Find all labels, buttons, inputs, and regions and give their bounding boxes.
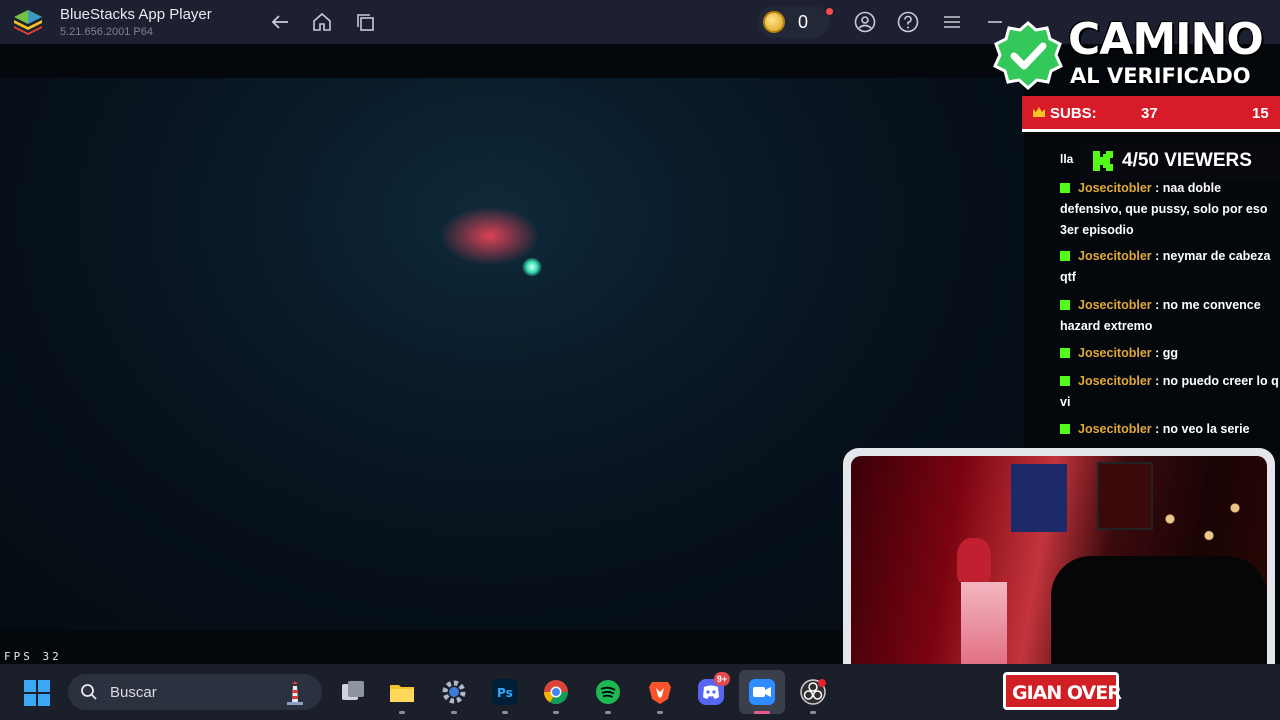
- app-title: BlueStacks App Player: [60, 6, 212, 23]
- search-icon: [81, 684, 97, 700]
- chat-username: Josecitobler: [1078, 346, 1152, 360]
- chat-username: Josecitobler: [1078, 181, 1152, 195]
- chat-message: Josecitobler : no veo la serie: [1060, 419, 1280, 440]
- file-explorer-icon[interactable]: [388, 678, 416, 706]
- viewers-text: 4/50 VIEWERS: [1122, 150, 1252, 171]
- chat-text: gg: [1162, 346, 1179, 360]
- running-indicator: [399, 711, 405, 714]
- fps-label: FPS: [4, 650, 33, 663]
- kick-badge-icon: [1060, 348, 1070, 358]
- streamer-nameplate: GIAN OVER: [1003, 672, 1122, 710]
- brave-icon[interactable]: [646, 678, 674, 706]
- settings-gear-icon[interactable]: [440, 678, 468, 706]
- bluestacks-logo-icon: [14, 10, 42, 35]
- coins-pill[interactable]: 0: [758, 6, 833, 38]
- red-light-glow: [440, 206, 540, 266]
- running-indicator: [502, 711, 508, 714]
- zoom-video-icon[interactable]: [748, 678, 776, 706]
- running-indicator: [451, 711, 457, 714]
- goal-title-line2: AL VERIFICADO: [1070, 64, 1251, 88]
- lighthouse-icon: [287, 681, 303, 705]
- kick-badge-icon: [1060, 183, 1070, 193]
- coin-icon: [763, 11, 785, 33]
- coin-count: 0: [798, 12, 809, 32]
- fps-counter: FPS 32: [4, 650, 62, 663]
- webcam-frame: [843, 448, 1275, 700]
- active-running-indicator: [754, 711, 770, 714]
- chat-cut-message: lla: [1060, 152, 1074, 166]
- obs-icon[interactable]: [799, 678, 827, 706]
- back-arrow-icon[interactable]: [269, 11, 291, 33]
- kick-badge-icon: [1060, 376, 1070, 386]
- search-placeholder: Buscar: [110, 684, 157, 701]
- chat-username: Josecitobler: [1078, 298, 1152, 312]
- chat-username: Josecitobler: [1078, 374, 1152, 388]
- notification-dot: [826, 8, 833, 15]
- webcam-object: [961, 582, 1007, 672]
- chat-username: Josecitobler: [1078, 422, 1152, 436]
- running-indicator: [810, 711, 816, 714]
- help-icon[interactable]: [897, 11, 919, 33]
- subs-goal: 15: [1252, 105, 1269, 122]
- taskbar-search[interactable]: Buscar: [68, 674, 322, 710]
- svg-text:Ps: Ps: [497, 686, 513, 700]
- chat-message: Josecitobler : neymar de cabeza qtf: [1060, 249, 1271, 284]
- chat-message: Josecitobler : naa doble defensivo, que …: [1060, 181, 1268, 237]
- running-indicator: [605, 711, 611, 714]
- subs-label: SUBS:: [1050, 105, 1097, 122]
- verified-badge-icon: [993, 21, 1063, 91]
- account-icon[interactable]: [854, 11, 876, 33]
- chrome-icon[interactable]: [542, 678, 570, 706]
- subs-current: 37: [1141, 105, 1158, 122]
- task-view-icon[interactable]: [339, 678, 367, 706]
- running-indicator: [553, 711, 559, 714]
- running-indicator: [657, 711, 663, 714]
- chat-username: Josecitobler: [1078, 249, 1152, 263]
- chat-text: no veo la serie: [1162, 422, 1250, 436]
- discord-notification-badge: 9+: [714, 672, 730, 686]
- recent-apps-icon[interactable]: [355, 11, 377, 33]
- windows-start-icon[interactable]: [24, 680, 50, 706]
- kick-badge-icon: [1060, 424, 1070, 434]
- cyan-light-glow: [522, 258, 542, 276]
- webcam-feed: [851, 456, 1267, 692]
- kick-badge-icon: [1060, 251, 1070, 261]
- home-icon[interactable]: [311, 11, 333, 33]
- crown-icon: [1033, 107, 1045, 117]
- screen: { "titlebar": { "app_name": "BlueStacks …: [0, 0, 1280, 720]
- chat-message: Josecitobler : gg: [1060, 343, 1280, 364]
- webcam-poster: [1011, 464, 1067, 532]
- kick-badge-icon: [1060, 300, 1070, 310]
- photoshop-icon[interactable]: Ps: [491, 678, 519, 706]
- fps-value: 32: [42, 650, 62, 663]
- app-version: 5.21.656.2001 P64: [60, 26, 153, 38]
- spotify-icon[interactable]: [594, 678, 622, 706]
- chat-message: Josecitobler : no puedo creer lo q vi: [1060, 374, 1279, 409]
- chat-message: Josecitobler : no me convence hazard ext…: [1060, 298, 1261, 333]
- streamer-name: GIAN OVER: [1012, 682, 1122, 704]
- goal-title-line1: CAMINO: [1068, 14, 1264, 65]
- kick-logo-icon: [1093, 151, 1113, 171]
- menu-icon[interactable]: [941, 11, 963, 33]
- viewers-counter: 4/50 VIEWERS: [1080, 142, 1280, 180]
- webcam-plush: [957, 538, 991, 584]
